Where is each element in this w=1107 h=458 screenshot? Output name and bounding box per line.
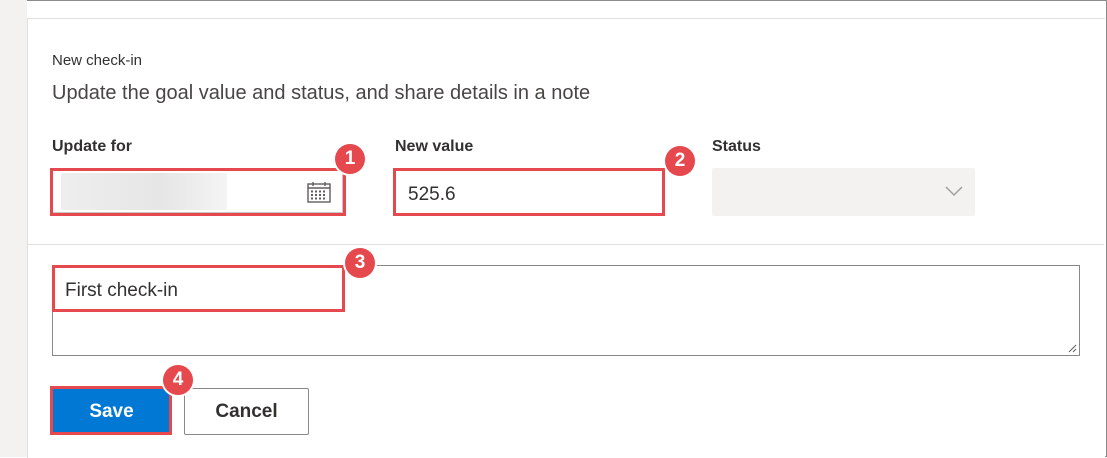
new-value-label: New value xyxy=(395,138,474,155)
new-value-input[interactable]: 525.6 xyxy=(395,170,663,214)
date-value-redacted xyxy=(61,173,227,210)
status-label: Status xyxy=(712,138,761,155)
resize-grip-icon[interactable] xyxy=(1067,343,1077,353)
left-margin xyxy=(0,0,27,457)
note-textarea[interactable]: First check-in xyxy=(52,265,1080,356)
chevron-down-icon xyxy=(945,186,963,197)
form-subtitle: Update the goal value and status, and sh… xyxy=(52,82,591,104)
section-divider xyxy=(28,244,1104,245)
callout-badge-3: 3 xyxy=(345,248,375,278)
calendar-icon[interactable] xyxy=(307,181,331,203)
form-kicker: New check-in xyxy=(52,52,143,69)
callout-badge-1: 1 xyxy=(335,144,365,174)
status-dropdown[interactable] xyxy=(712,168,975,216)
cancel-button[interactable]: Cancel xyxy=(184,388,309,435)
callout-badge-4: 4 xyxy=(163,365,193,395)
callout-badge-2: 2 xyxy=(665,146,695,176)
save-button[interactable]: Save xyxy=(53,388,170,435)
note-text: First check-in xyxy=(65,280,178,301)
update-for-label: Update for xyxy=(52,138,132,155)
update-for-date-field[interactable] xyxy=(52,170,343,213)
